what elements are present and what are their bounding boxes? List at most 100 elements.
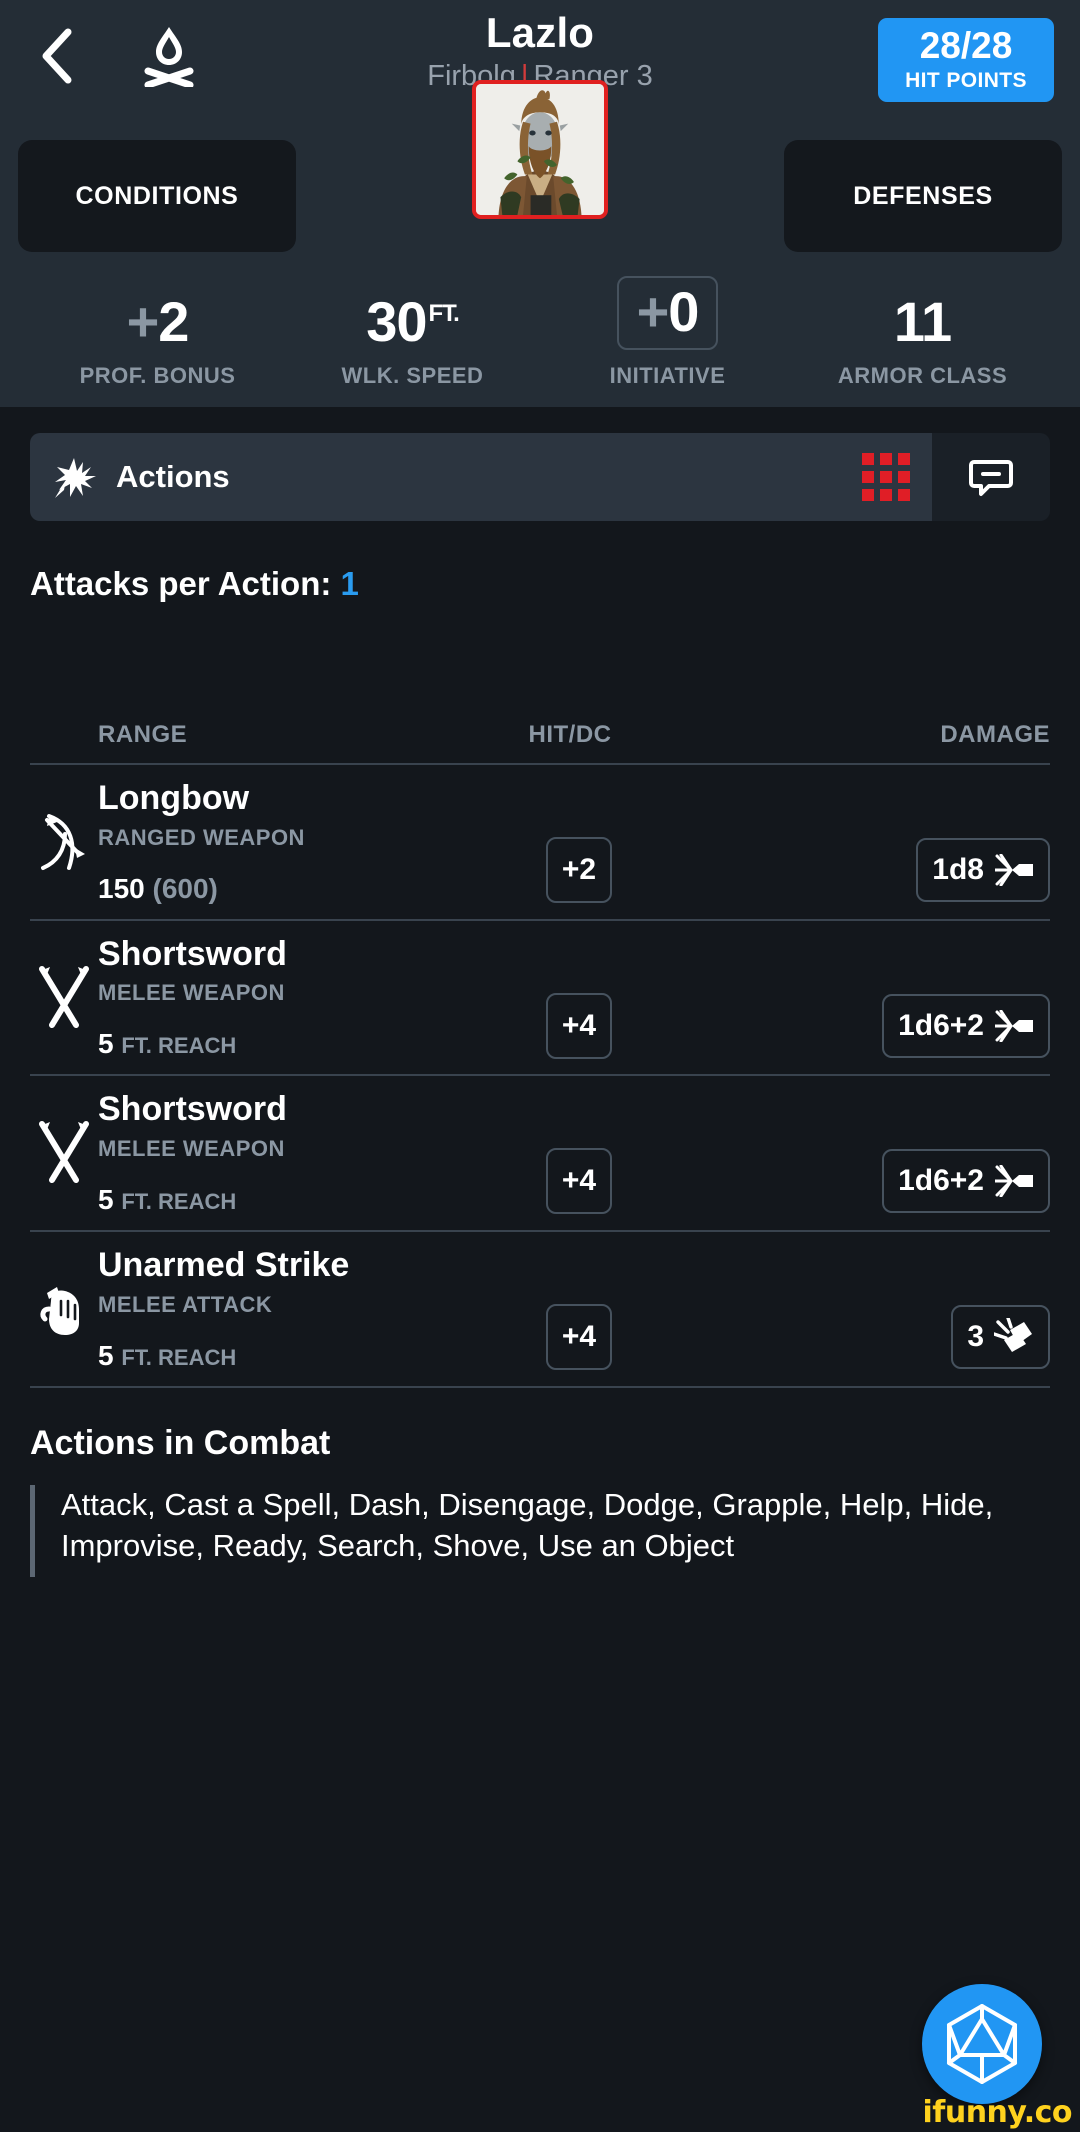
attack-range: 150 (600) bbox=[98, 873, 408, 905]
attack-damage-cell: 1d6+2 bbox=[750, 940, 1050, 1058]
actions-in-combat-title: Actions in Combat bbox=[30, 1423, 331, 1462]
piercing-icon bbox=[994, 1008, 1034, 1044]
stat-initiative-number: 0 bbox=[668, 280, 699, 343]
attack-type: MELEE WEAPON bbox=[98, 1136, 285, 1162]
back-button[interactable] bbox=[26, 25, 88, 87]
chat-button[interactable] bbox=[932, 433, 1050, 521]
stat-armor-class-value: 11 bbox=[795, 294, 1050, 350]
defenses-button[interactable]: DEFENSES bbox=[784, 140, 1062, 252]
hit-points-badge[interactable]: 28/28 HIT POINTS bbox=[878, 18, 1054, 102]
attack-damage-value: 1d6+2 bbox=[898, 1008, 984, 1042]
actions-in-combat-text: Attack, Cast a Spell, Dash, Disengage, D… bbox=[30, 1484, 1050, 1577]
dice-roller-fab[interactable] bbox=[922, 1984, 1042, 2104]
top-panel: Lazlo Firbolg | Ranger 3 28/28 HIT POINTS … bbox=[0, 0, 1080, 407]
stat-row: +2 PROF. BONUS 30FT. WLK. SPEED +0 INITI… bbox=[0, 262, 1080, 389]
attack-name: Longbow bbox=[98, 779, 250, 817]
attack-range: 5 FT. REACH bbox=[98, 1340, 408, 1372]
attack-damage-cell: 3 bbox=[750, 1251, 1050, 1369]
actions-bar-wrapper: Actions bbox=[0, 407, 1080, 521]
table-row[interactable]: Unarmed Strike MELEE ATTACK 5 FT. REACH … bbox=[30, 1232, 1050, 1386]
attack-hit-button[interactable]: +2 bbox=[545, 836, 613, 903]
attack-damage-button[interactable]: 3 bbox=[951, 1304, 1050, 1369]
stat-initiative-value: +0 bbox=[616, 276, 719, 350]
attack-damage-cell: 1d8 bbox=[750, 784, 1050, 902]
attack-type: MELEE WEAPON bbox=[98, 980, 285, 1006]
col-header-damage: DAMAGE bbox=[940, 721, 1050, 748]
attack-name: Shortsword bbox=[98, 1090, 287, 1129]
attack-range-main: 5 bbox=[98, 1028, 114, 1060]
piercing-icon bbox=[994, 1163, 1034, 1199]
table-header-row: RANGE HIT/DC DAMAGE bbox=[30, 721, 1050, 763]
stat-walk-speed-unit: FT. bbox=[428, 300, 459, 328]
character-sheet-screen: Lazlo Firbolg | Ranger 3 28/28 HIT POINTS … bbox=[0, 0, 1080, 2132]
stat-armor-class-number: 11 bbox=[893, 290, 952, 353]
attack-hit-button[interactable]: +4 bbox=[545, 992, 613, 1059]
attack-range-suffix: FT. REACH bbox=[121, 1189, 237, 1215]
table-row[interactable]: Shortsword MELEE WEAPON 5 FT. REACH +4 1… bbox=[30, 1076, 1050, 1230]
piercing-icon bbox=[994, 852, 1034, 888]
attack-damage-value: 1d6+2 bbox=[898, 1164, 984, 1198]
hit-points-value: 28/28 bbox=[919, 25, 1013, 66]
attack-hit-button[interactable]: +4 bbox=[545, 1148, 613, 1215]
speech-bubble-minus-icon bbox=[969, 460, 1013, 496]
character-portrait-image bbox=[476, 84, 604, 215]
col-header-range: RANGE bbox=[98, 721, 188, 748]
stat-initiative-sign: + bbox=[636, 280, 670, 343]
attack-range-suffix: FT. REACH bbox=[121, 1344, 237, 1370]
stat-prof-bonus-value: +2 bbox=[30, 294, 285, 350]
stat-prof-bonus-label: PROF. BONUS bbox=[79, 363, 236, 388]
hit-points-label: HIT POINTS bbox=[905, 69, 1027, 92]
attack-damage-button[interactable]: 1d6+2 bbox=[882, 993, 1050, 1058]
actions-in-combat-section: Actions in Combat Attack, Cast a Spell, … bbox=[0, 1388, 1080, 1577]
attack-info: Longbow RANGED WEAPON 150 (600) bbox=[98, 779, 408, 905]
table-row[interactable]: Longbow RANGED WEAPON 150 (600) +2 1d8 bbox=[30, 765, 1050, 919]
stat-walk-speed-value: 30FT. bbox=[285, 294, 540, 350]
attack-name: Unarmed Strike bbox=[98, 1246, 350, 1285]
attack-damage-button[interactable]: 1d6+2 bbox=[882, 1149, 1050, 1214]
attack-type: RANGED WEAPON bbox=[98, 824, 305, 850]
attack-name: Shortsword bbox=[98, 934, 287, 973]
attack-range-main: 150 bbox=[98, 872, 145, 904]
attack-damage-button[interactable]: 1d8 bbox=[916, 837, 1050, 902]
col-header-hit: HIT/DC bbox=[528, 721, 612, 748]
actions-label: Actions bbox=[116, 459, 230, 494]
attack-info: Shortsword MELEE WEAPON 5 FT. REACH bbox=[98, 1092, 408, 1216]
attack-range-main: 5 bbox=[98, 1184, 114, 1216]
avatar[interactable] bbox=[472, 80, 608, 219]
stat-walk-speed-label: WLK. SPEED bbox=[341, 363, 484, 388]
attack-damage-value: 1d8 bbox=[932, 852, 984, 886]
attack-info: Unarmed Strike MELEE ATTACK 5 FT. REACH bbox=[98, 1246, 408, 1372]
attack-hit-cell: +2 bbox=[408, 783, 750, 903]
actions-tab[interactable]: Actions bbox=[30, 433, 932, 521]
bow-and-arrow-icon bbox=[30, 810, 98, 876]
bludgeoning-icon bbox=[994, 1317, 1034, 1355]
attack-damage-value: 3 bbox=[967, 1319, 984, 1353]
conditions-defenses-row: CONDITIONS DEFENSES bbox=[0, 80, 1080, 262]
attack-range-suffix: FT. REACH bbox=[121, 1033, 237, 1059]
crossed-swords-icon bbox=[30, 1120, 98, 1188]
actions-bar: Actions bbox=[30, 433, 1050, 521]
table-row[interactable]: Shortsword MELEE WEAPON 5 FT. REACH +4 1… bbox=[30, 921, 1050, 1075]
chevron-left-icon bbox=[42, 28, 72, 84]
campfire-button[interactable] bbox=[134, 21, 204, 91]
stat-walk-speed[interactable]: 30FT. WLK. SPEED bbox=[285, 294, 540, 389]
attack-info: Shortsword MELEE WEAPON 5 FT. REACH bbox=[98, 934, 408, 1061]
campfire-icon bbox=[144, 27, 194, 87]
attacks-per-action-value: 1 bbox=[340, 565, 359, 602]
d20-dice-icon bbox=[947, 2004, 1017, 2084]
stat-prof-bonus[interactable]: +2 PROF. BONUS bbox=[30, 294, 285, 389]
stat-walk-speed-number: 30 bbox=[366, 290, 427, 353]
stat-prof-bonus-number: 2 bbox=[158, 290, 189, 353]
attack-range-main: 5 bbox=[98, 1339, 114, 1371]
crossed-swords-icon bbox=[30, 965, 98, 1033]
attack-range: 5 FT. REACH bbox=[98, 1184, 408, 1216]
attack-hit-cell: +4 bbox=[408, 939, 750, 1059]
ifunny-watermark: ifunny.co bbox=[922, 2095, 1073, 2130]
conditions-button[interactable]: CONDITIONS bbox=[18, 140, 296, 252]
stat-initiative[interactable]: +0 INITIATIVE bbox=[540, 276, 795, 389]
attack-hit-button[interactable]: +4 bbox=[545, 1303, 613, 1370]
attack-hit-cell: +4 bbox=[408, 1250, 750, 1370]
grid-dots-icon[interactable] bbox=[862, 453, 910, 501]
attack-range: 5 FT. REACH bbox=[98, 1028, 408, 1060]
stat-armor-class[interactable]: 11 ARMOR CLASS bbox=[795, 294, 1050, 389]
